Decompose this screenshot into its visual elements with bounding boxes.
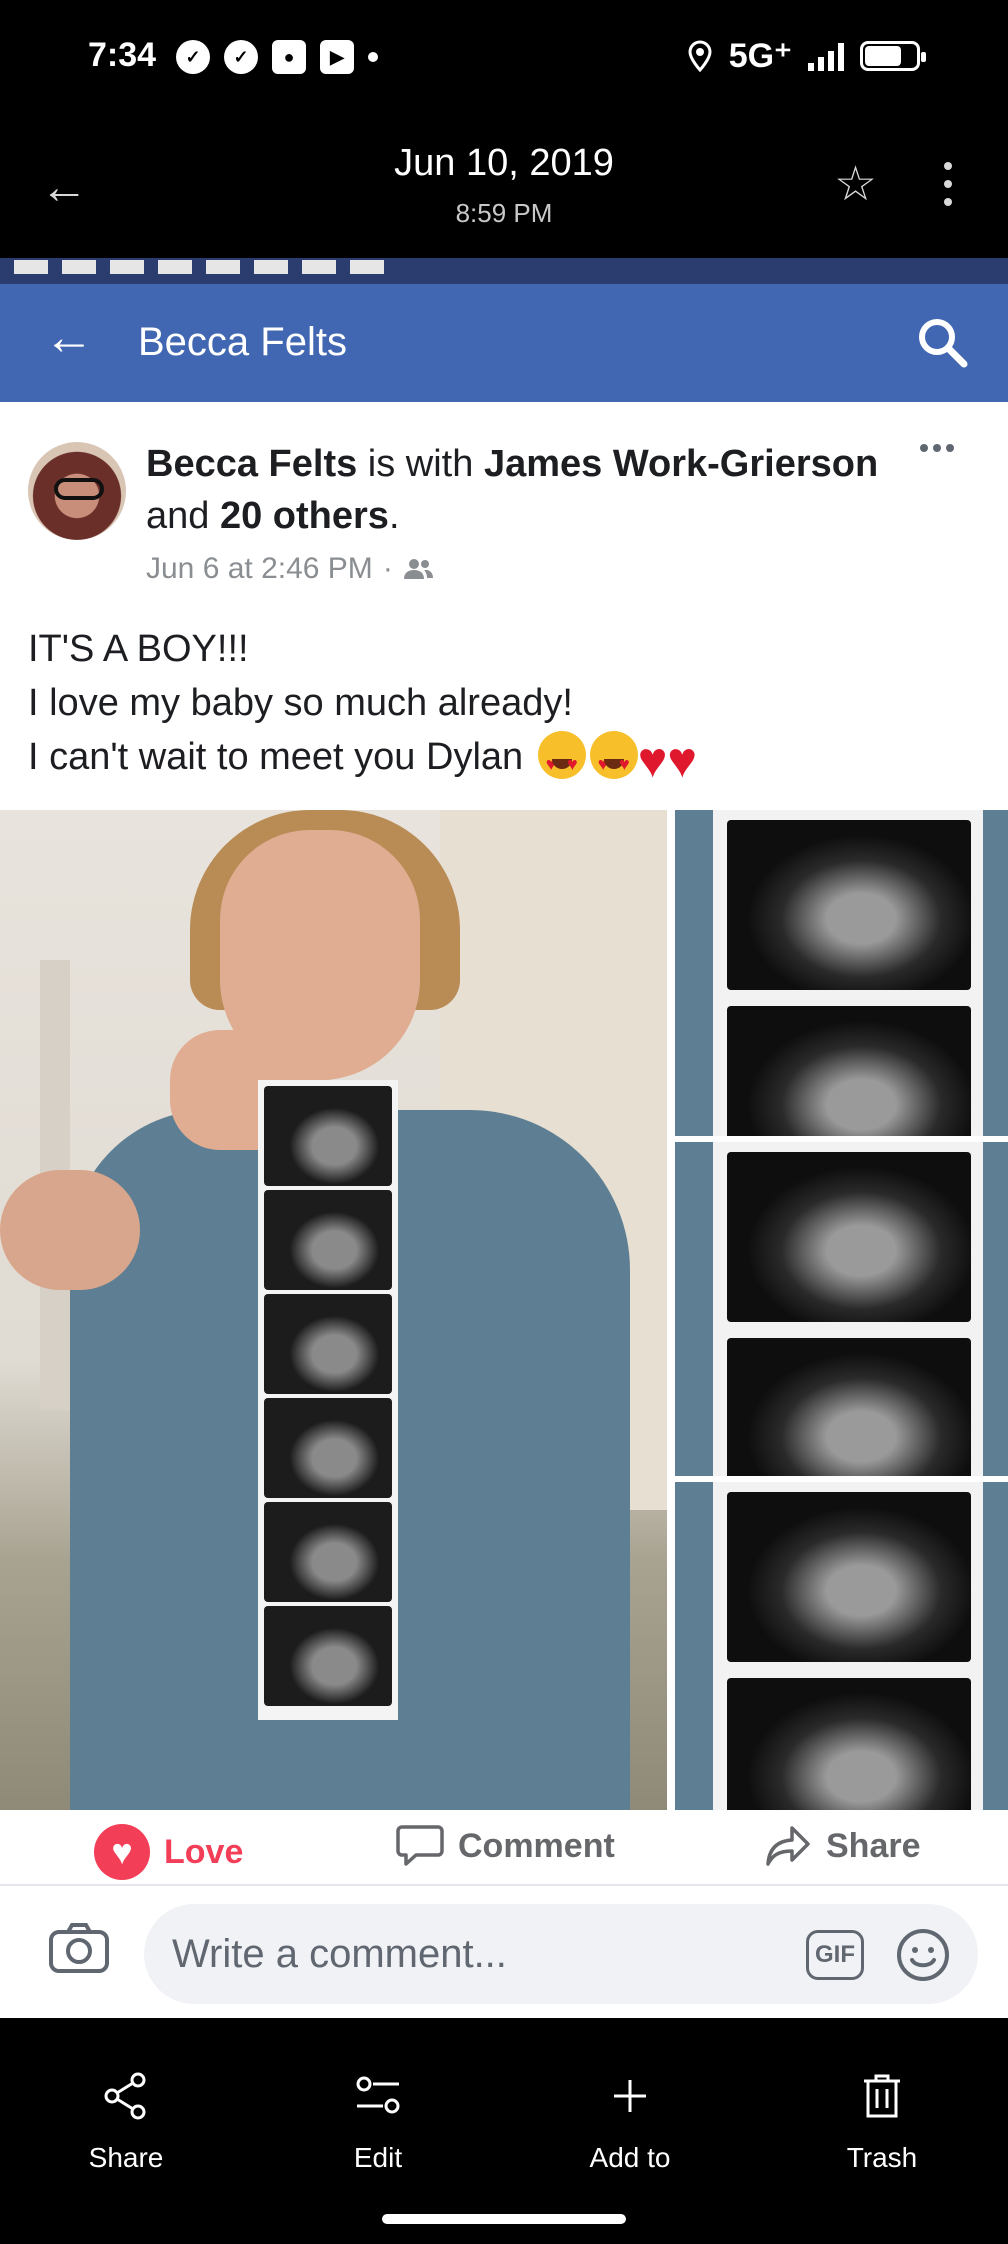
share-icon	[104, 2072, 146, 2120]
battery-icon	[860, 41, 926, 71]
facebook-top-bar: ← Becca Felts	[0, 284, 1008, 402]
edit-label: Edit	[353, 2142, 403, 2173]
friends-audience-icon	[403, 559, 433, 579]
red-heart-emoji-icon: ♥	[667, 732, 698, 788]
messenger-icon: ✓	[176, 40, 210, 74]
photo-main[interactable]	[0, 810, 667, 1810]
heart-eyes-emoji-icon	[537, 731, 586, 791]
more-notifications-dot	[368, 52, 378, 62]
photo-side[interactable]	[675, 1142, 1008, 1476]
favorite-star-icon[interactable]: ☆	[834, 156, 877, 212]
post-line-with-emoji: I can't wait to meet you Dylan ♥ ♥	[28, 730, 698, 791]
post-line: I love my baby so much already!	[28, 682, 573, 724]
add-to-action-button[interactable]: Add to	[530, 2066, 730, 2174]
reaction-bar: ♥ Love Comment Share	[0, 1810, 1008, 1884]
post-line: IT'S A BOY!!!	[28, 628, 249, 670]
share-action-button[interactable]: Share	[26, 2066, 226, 2174]
love-heart-icon: ♥	[94, 1824, 150, 1880]
post-timestamp[interactable]: Jun 6 at 2:46 PM	[146, 552, 373, 586]
signal-icon	[808, 41, 844, 71]
trash-icon	[864, 2074, 900, 2118]
fb-back-arrow-icon[interactable]: ←	[44, 308, 94, 366]
location-icon	[688, 40, 712, 72]
post-header: Becca Felts is with James Work-Grierson …	[0, 402, 1008, 585]
love-button[interactable]: ♥ Love	[94, 1824, 243, 1880]
trash-action-button[interactable]: Trash	[782, 2066, 982, 2174]
share-button[interactable]: Share	[764, 1824, 921, 1868]
post-text: IT'S A BOY!!! I love my baby so much alr…	[28, 622, 698, 791]
ultrasound-strip	[258, 1080, 398, 1720]
youtube-icon: ▶	[320, 40, 354, 74]
fb-page-title: Becca Felts	[138, 320, 347, 364]
status-right: 5G⁺	[687, 36, 926, 76]
comment-composer: GIF	[0, 1884, 1008, 2018]
home-gesture-bar[interactable]	[382, 2214, 626, 2224]
edit-sliders-icon	[356, 2076, 400, 2114]
search-icon[interactable]	[914, 314, 970, 370]
photo-viewer-header: ← Jun 10, 2019 8:59 PM ☆	[0, 120, 1008, 258]
share-label: Share	[88, 2142, 164, 2173]
plus-icon	[614, 2080, 646, 2112]
trash-label: Trash	[846, 2142, 918, 2173]
more-options-icon[interactable]	[944, 162, 954, 216]
add-to-label: Add to	[589, 2142, 671, 2173]
tagged-person[interactable]: James Work-Grierson	[484, 443, 878, 485]
comment-button[interactable]: Comment	[396, 1824, 615, 1868]
status-bar: 7:34 ✓ ✓ ● ▶ 5G⁺	[0, 0, 1008, 120]
notification-icons: ✓ ✓ ● ▶	[176, 40, 378, 74]
photo-side[interactable]	[675, 810, 1008, 1136]
post-author-line: Becca Felts is with James Work-Grierson …	[146, 443, 879, 537]
app-icon: ●	[272, 40, 306, 74]
messenger-icon: ✓	[224, 40, 258, 74]
post-meta: Jun 6 at 2:46 PM ·	[146, 552, 433, 586]
screenshot-image: ← Becca Felts Becca Felts is with James …	[0, 258, 1008, 2018]
post-more-icon[interactable]	[920, 444, 954, 452]
avatar[interactable]	[28, 442, 126, 540]
author-name[interactable]: Becca Felts	[146, 443, 357, 485]
photo-actions-bar: Share Edit Add to Trash	[0, 2018, 1008, 2244]
network-type: 5G⁺	[728, 37, 792, 75]
camera-icon[interactable]	[48, 1922, 110, 1974]
status-time: 7:34	[88, 36, 157, 74]
edit-action-button[interactable]: Edit	[278, 2066, 478, 2174]
comment-bubble-icon	[396, 1825, 444, 1866]
share-arrow-icon	[766, 1826, 810, 1866]
photo-side[interactable]	[675, 1482, 1008, 1810]
heart-eyes-emoji-icon	[589, 731, 638, 791]
post-photo-collage	[0, 810, 1008, 1810]
cropped-status-bar	[0, 258, 1008, 284]
emoji-smile-icon[interactable]	[896, 1928, 950, 1982]
tagged-others[interactable]: 20 others	[220, 495, 389, 537]
gif-button[interactable]: GIF	[806, 1930, 864, 1980]
red-heart-emoji-icon: ♥	[637, 732, 668, 788]
